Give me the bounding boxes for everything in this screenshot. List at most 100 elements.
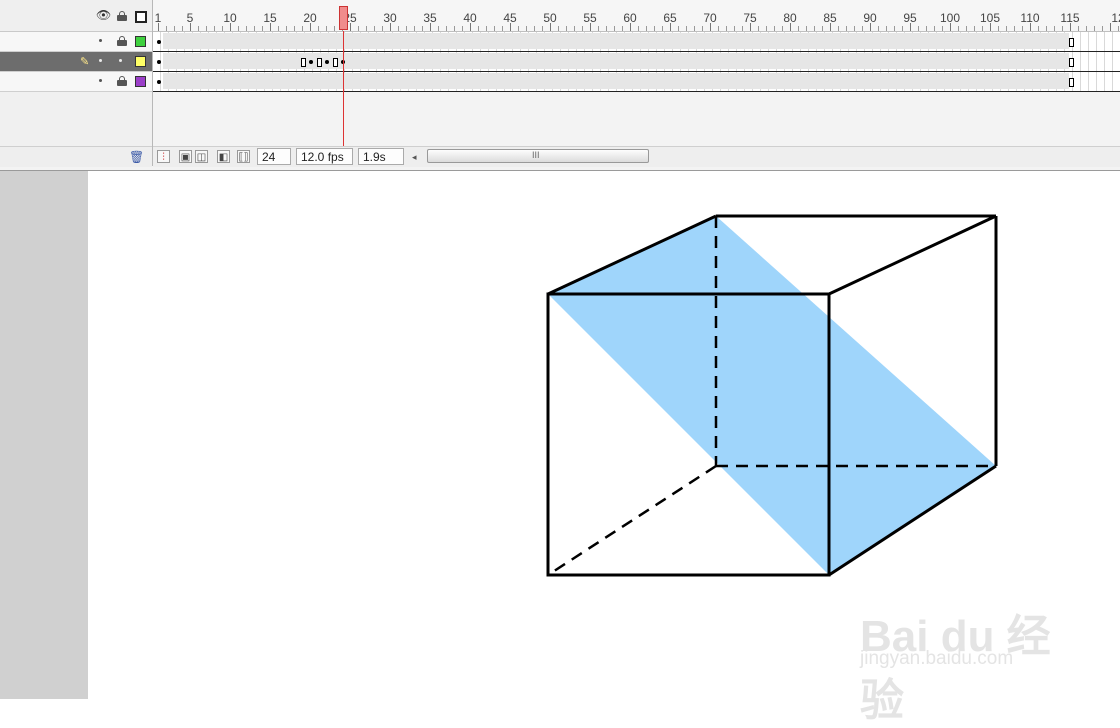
- onion-skin-outlines-button[interactable]: ◫: [195, 150, 208, 163]
- hidden-edge-depth: [547, 464, 717, 577]
- timeline-panel: 👁 ✎ 🗑 1 5 10 15 20 25 30 35 40 45 50 55 60 65 70 75 80 85…: [0, 0, 1120, 171]
- frame-number-label: 70: [703, 11, 717, 25]
- keyframe[interactable]: [157, 60, 161, 64]
- ruler-tick: [998, 26, 999, 31]
- end-frame[interactable]: [1069, 58, 1074, 67]
- ruler-tick: [782, 26, 783, 31]
- frame-number-label: 45: [503, 11, 517, 25]
- keyframe[interactable]: [309, 60, 313, 64]
- layer-row-3[interactable]: [0, 72, 152, 92]
- layer-color-swatch[interactable]: [135, 36, 146, 47]
- visibility-dot[interactable]: [99, 79, 102, 82]
- onion-skin-button[interactable]: ▣: [179, 150, 192, 163]
- frame-ruler[interactable]: 1 5 10 15 20 25 30 35 40 45 50 55 60 65 70 75 80 85 90 95 10…: [153, 0, 1120, 32]
- end-frame[interactable]: [317, 58, 322, 67]
- horizontal-scrollbar[interactable]: III: [427, 149, 649, 163]
- ruler-tick: [438, 26, 439, 31]
- ruler-tick: [238, 26, 239, 31]
- ruler-tick: [478, 26, 479, 31]
- ruler-tick: [1038, 26, 1039, 31]
- scroll-grip: III: [532, 150, 540, 160]
- playhead[interactable]: [339, 6, 348, 30]
- ruler-tick: [334, 26, 335, 31]
- frame-number-label: 100: [939, 11, 961, 25]
- lock-icon[interactable]: [117, 36, 127, 46]
- ruler-tick: [598, 26, 599, 31]
- ruler-tick: [838, 26, 839, 31]
- lock-icon[interactable]: [117, 76, 127, 86]
- ruler-tick: [638, 26, 639, 31]
- layer-row-1[interactable]: [0, 32, 152, 52]
- ruler-tick: [918, 26, 919, 31]
- scroll-left-arrow-icon[interactable]: ◂: [412, 152, 417, 163]
- frame-track-2[interactable]: [153, 52, 1120, 72]
- ruler-tick: [878, 26, 879, 31]
- ruler-tick: [726, 26, 727, 31]
- end-frame[interactable]: [301, 58, 306, 67]
- ruler-tick: [702, 26, 703, 31]
- frame-number-label: 35: [423, 11, 437, 25]
- keyframe[interactable]: [157, 80, 161, 84]
- ruler-tick: [958, 26, 959, 31]
- ruler-tick: [398, 26, 399, 31]
- frame-number-label: 60: [623, 11, 637, 25]
- frame-number-label: 1: [154, 11, 162, 25]
- layer-color-swatch[interactable]: [135, 56, 146, 67]
- ruler-tick: [654, 26, 655, 31]
- eye-icon[interactable]: 👁: [96, 9, 111, 21]
- frame-number-label: 95: [903, 11, 917, 25]
- ruler-tick: [942, 26, 943, 31]
- lock-dot[interactable]: [119, 59, 122, 62]
- shaded-diagonal-plane[interactable]: [548, 216, 996, 575]
- ruler-tick: [534, 26, 535, 31]
- center-frame-button[interactable]: ⫶: [157, 150, 170, 163]
- keyframe[interactable]: [157, 40, 161, 44]
- edit-multiple-frames-button[interactable]: ◧: [217, 150, 230, 163]
- ruler-tick: [166, 26, 167, 31]
- modify-onion-markers-button[interactable]: ⟦⟧: [237, 150, 250, 163]
- frames-area: 1 5 10 15 20 25 30 35 40 45 50 55 60 65 70 75 80 85 90 95 10…: [153, 0, 1120, 167]
- ruler-tick: [1046, 26, 1047, 31]
- frame-track-3[interactable]: [153, 72, 1120, 92]
- layer-row-2[interactable]: ✎: [0, 52, 152, 72]
- end-frame[interactable]: [1069, 78, 1074, 87]
- keyframe[interactable]: [325, 60, 329, 64]
- visibility-dot[interactable]: [99, 59, 102, 62]
- frame-rate-field[interactable]: 12.0 fps: [296, 148, 353, 165]
- ruler-tick: [462, 26, 463, 31]
- trash-icon[interactable]: 🗑: [129, 150, 144, 164]
- frame-track-1[interactable]: [153, 32, 1120, 52]
- outline-icon[interactable]: [135, 11, 147, 23]
- frame-number-label: 30: [383, 11, 397, 25]
- current-frame-field[interactable]: 24: [257, 148, 291, 165]
- frame-span[interactable]: [163, 73, 1069, 89]
- ruler-tick: [622, 26, 623, 31]
- end-frame[interactable]: [1069, 38, 1074, 47]
- ruler-tick: [606, 26, 607, 31]
- ruler-tick: [582, 26, 583, 31]
- pasteboard: [0, 171, 88, 699]
- frames-footer: ⫶ ▣ ◫ ◧ ⟦⟧ 24 12.0 fps 1.9s ◂ III: [153, 146, 1120, 167]
- visibility-dot[interactable]: [99, 39, 102, 42]
- pencil-icon: ✎: [80, 56, 90, 68]
- lock-icon[interactable]: [117, 11, 127, 21]
- ruler-tick: [982, 26, 983, 31]
- frame-span[interactable]: [163, 53, 1069, 69]
- layer-color-swatch[interactable]: [135, 76, 146, 87]
- end-frame[interactable]: [333, 58, 338, 67]
- ruler-tick: [374, 26, 375, 31]
- frame-number-label: 15: [263, 11, 277, 25]
- ruler-tick: [1054, 26, 1055, 31]
- ruler-tick: [886, 26, 887, 31]
- frame-number-label: 90: [863, 11, 877, 25]
- ruler-tick: [1086, 26, 1087, 31]
- ruler-tick: [966, 26, 967, 31]
- ruler-tick: [766, 26, 767, 31]
- ruler-tick: [974, 26, 975, 31]
- ruler-tick: [486, 26, 487, 31]
- ruler-tick: [1094, 26, 1095, 31]
- frame-span[interactable]: [163, 33, 1069, 49]
- frame-number-label: 105: [979, 11, 1001, 25]
- ruler-tick: [174, 26, 175, 31]
- ruler-tick: [1102, 26, 1103, 31]
